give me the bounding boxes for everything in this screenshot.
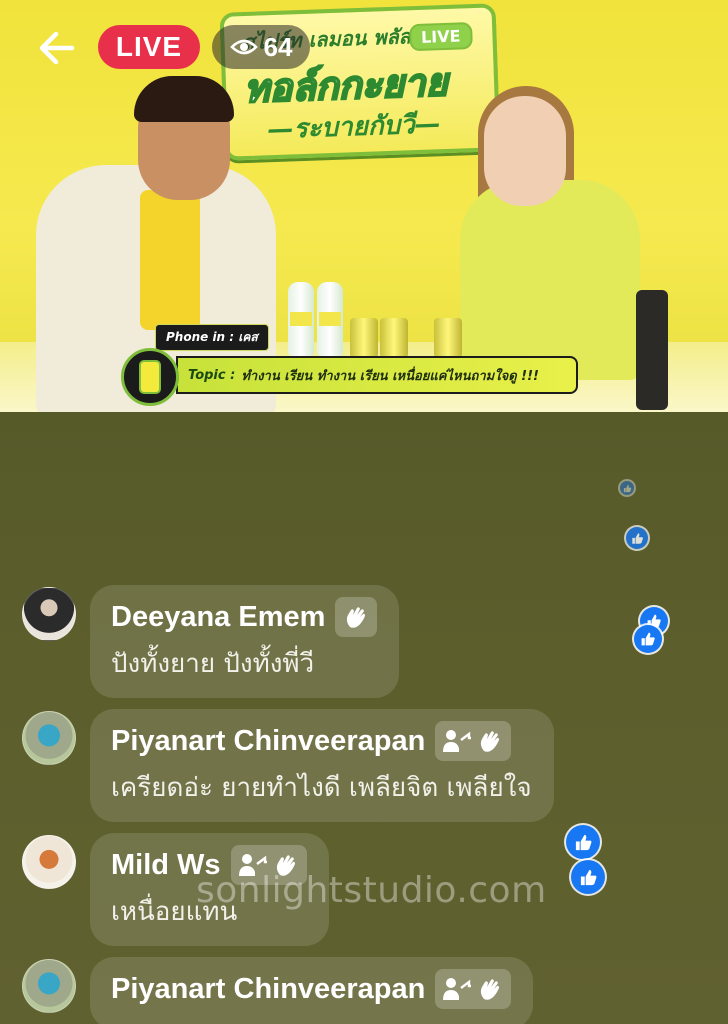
like-icon: [641, 632, 655, 646]
host-left-shirt: [140, 190, 200, 330]
eye-icon: [229, 39, 258, 55]
avatar[interactable]: [22, 959, 76, 1013]
comment-bubble[interactable]: Piyanart Chinveerapan เครียดอ่ะ ยายทำไงด…: [90, 709, 554, 822]
like-icon: [623, 484, 631, 492]
comment-bubble[interactable]: Deeyana Emem ปังทั้งยาย ปังทั้งพี่วี: [90, 585, 400, 698]
wave-icon: [481, 979, 500, 1000]
back-button[interactable]: [32, 26, 80, 70]
badge: [435, 969, 512, 1009]
wave-icon: [481, 731, 500, 752]
commenter-name[interactable]: Piyanart Chinveerapan: [111, 725, 425, 758]
avatar[interactable]: [22, 711, 76, 765]
commenter-name[interactable]: Piyanart Chinveerapan: [111, 973, 425, 1006]
avatar[interactable]: [22, 835, 76, 889]
can: [434, 318, 462, 358]
comment-text: ปังทั้งยาย ปังทั้งพี่วี: [111, 649, 315, 679]
host-right-jacket: [460, 180, 640, 380]
phone-badge: [121, 348, 179, 406]
live-badge: LIVE: [98, 25, 200, 69]
commenter-name[interactable]: Deeyana Emem: [111, 601, 325, 634]
floating-like-reaction: [571, 860, 605, 894]
like-icon: [580, 869, 596, 885]
topic-banner: Topic : ทำงาน เรียน ทำงาน เรียน เหนื่อยแ…: [176, 356, 578, 394]
avatar[interactable]: [22, 587, 76, 641]
like-icon: [631, 532, 643, 544]
logo-subtitle: —ระบายกับวี—: [267, 109, 442, 146]
like-icon: [575, 834, 591, 850]
watermark-text: sonlightstudio.com: [196, 870, 547, 911]
wave-icon: [347, 607, 366, 628]
badge: [435, 721, 512, 761]
comments-panel[interactable]: Deeyana Emem ปังทั้งยาย ปังทั้งพี่วี Piy…: [0, 412, 728, 1024]
chair: [636, 290, 668, 410]
viewer-count: 64: [263, 31, 293, 62]
floating-like-reaction: [626, 527, 648, 549]
host-left-hair: [134, 76, 234, 122]
viewer-count-badge: 64: [212, 25, 310, 69]
phone-icon: [139, 360, 161, 394]
share-icon: [443, 978, 472, 1000]
topic-prefix: Topic :: [188, 367, 236, 383]
comment-text: เครียดอ่ะ ยายทำไงดี เพลียจิต เพลียใจ: [111, 773, 532, 803]
comment-bubble[interactable]: Piyanart Chinveerapan: [90, 957, 534, 1024]
badge: [335, 597, 378, 637]
comment-item[interactable]: Piyanart Chinveerapan: [22, 957, 534, 1024]
topic-text: ทำงาน เรียน ทำงาน เรียน เหนื่อยแค่ไหนถาม…: [241, 368, 539, 384]
floating-like-reaction: [566, 825, 600, 859]
phone-in-label: Phone in : เคส: [155, 324, 269, 351]
host-right-face: [484, 96, 566, 206]
can: [350, 318, 378, 358]
comment-item[interactable]: Piyanart Chinveerapan เครียดอ่ะ ยายทำไงด…: [22, 709, 554, 822]
share-icon: [443, 730, 472, 752]
floating-like-reaction: [634, 625, 662, 653]
logo-live-tag: LIVE: [408, 22, 473, 52]
floating-like-reaction: [620, 481, 634, 495]
bottle: [288, 282, 314, 356]
comment-item[interactable]: Deeyana Emem ปังทั้งยาย ปังทั้งพี่วี: [22, 585, 400, 698]
can: [380, 318, 408, 358]
back-arrow-icon: [39, 31, 75, 65]
bottle: [317, 282, 343, 356]
